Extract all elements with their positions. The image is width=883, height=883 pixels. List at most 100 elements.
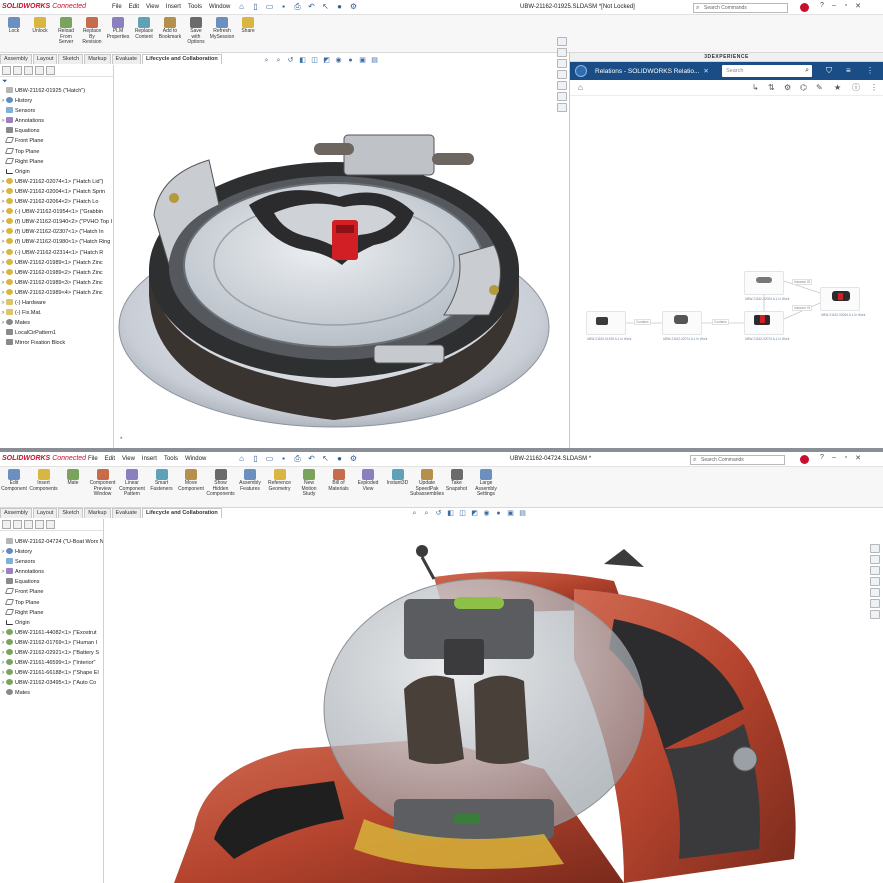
command-take-snapshot[interactable]: Take Snapshot [443, 469, 471, 492]
user-avatar[interactable] [800, 3, 809, 12]
tab-layout[interactable]: Layout [32, 54, 58, 64]
task-library-icon[interactable] [557, 59, 567, 68]
config-tab-icon[interactable] [24, 520, 33, 529]
command-reference-geometry[interactable]: Reference Geometry [266, 469, 294, 492]
expand-chevron-icon[interactable]: > [0, 217, 6, 227]
hide-show-icon[interactable]: ◉ [482, 510, 491, 518]
expand-chevron-icon[interactable]: > [0, 187, 6, 197]
menu-item-view[interactable]: View [146, 4, 159, 10]
tree-item[interactable]: UBW-21162-01925 ("Hatch") [0, 86, 113, 96]
command-lock[interactable]: Lock [2, 17, 26, 35]
tree-item[interactable]: > (f) UBW-21162-01980<1> ("Hatch Ring [0, 237, 113, 247]
command-edit-component[interactable]: Edit Component [0, 469, 28, 492]
select-icon[interactable]: ↖ [320, 454, 331, 464]
tree-item[interactable]: > UBW-21162-02921<1> ("Battery S [0, 648, 103, 658]
tree-item[interactable]: > Annotations [0, 567, 103, 577]
command-update-speedpak-subassemblies[interactable]: Update SpeedPak Subassemblies [410, 469, 444, 498]
tree-item[interactable]: Mates [0, 688, 103, 698]
expand-chevron-icon[interactable]: > [0, 638, 6, 648]
rebuild-icon[interactable]: ● [334, 2, 345, 12]
menu-item-tools[interactable]: Tools [188, 4, 202, 10]
view-settings-icon[interactable]: ▤ [370, 57, 379, 65]
tab-evaluate[interactable]: Evaluate [111, 54, 141, 64]
tree-item[interactable]: > UBW-21162-02004<1> ("Hatch Sprin [0, 187, 113, 197]
tree-item[interactable]: > (-) Hardware [0, 298, 113, 308]
tree-item[interactable]: Sensors [0, 106, 113, 116]
bottom-search-commands[interactable]: ⌕ Search Commands [690, 455, 785, 465]
command-component-preview-window[interactable]: Component Preview Window [89, 469, 117, 498]
config-tab-icon[interactable] [24, 66, 33, 75]
scene-icon[interactable]: ▣ [358, 57, 367, 65]
tree-item[interactable]: LocalCirPattern1 [0, 328, 113, 338]
menu-item-file[interactable]: File [88, 456, 98, 462]
display-tab-icon[interactable] [46, 66, 55, 75]
expand-chevron-icon[interactable]: > [0, 547, 6, 557]
close-icon[interactable]: ✕ [854, 454, 862, 462]
tree-item[interactable]: > Mates [0, 318, 113, 328]
open-icon[interactable]: ▭ [264, 454, 275, 464]
expand-chevron-icon[interactable]: > [0, 678, 6, 688]
dimxpert-tab-icon[interactable] [35, 520, 44, 529]
tree-item[interactable]: > History [0, 547, 103, 557]
task-palette-icon[interactable] [557, 81, 567, 90]
open-icon[interactable]: ▭ [264, 2, 275, 12]
command-exploded-view[interactable]: Exploded View [354, 469, 382, 492]
tree-item[interactable]: > UBW-21162-02064<2> ("Hatch Lo [0, 197, 113, 207]
task-library-icon[interactable] [870, 566, 880, 575]
tree-item[interactable]: > UBW-21162-03495<1> ("Auto Co [0, 678, 103, 688]
tree-item[interactable]: Top Plane [0, 598, 103, 608]
menu-item-insert[interactable]: Insert [166, 4, 181, 10]
command-refresh-mysession[interactable]: Refresh MySession [210, 17, 234, 40]
minimize-icon[interactable]: – [830, 2, 838, 10]
tree-item[interactable]: > UBW-21162-01989<1> ("Hatch Zinc [0, 258, 113, 268]
help-icon[interactable]: ? [818, 454, 826, 462]
tab-lifecycle-and-collaboration[interactable]: Lifecycle and Collaboration [141, 508, 222, 518]
tree-item[interactable]: Front Plane [0, 587, 103, 597]
tree-item[interactable]: > UBW-21162-01989<2> ("Hatch Zinc [0, 268, 113, 278]
section-view-icon[interactable]: ◧ [446, 510, 455, 518]
expand-chevron-icon[interactable]: > [0, 96, 6, 106]
command-insert-components[interactable]: Insert Components [29, 469, 58, 492]
restore-icon[interactable]: ▫ [842, 454, 850, 462]
task-appearance-icon[interactable] [557, 92, 567, 101]
hide-show-icon[interactable]: ◉ [334, 57, 343, 65]
tree-item[interactable]: > UBW-21162-02074<1> ("Hatch Lid") [0, 177, 113, 187]
tree-item[interactable]: Top Plane [0, 147, 113, 157]
tree-item[interactable]: Right Plane [0, 157, 113, 167]
print-icon[interactable]: ⎙ [292, 454, 303, 464]
tree-item[interactable]: > Annotations [0, 116, 113, 126]
command-assembly-features[interactable]: Assembly Features [236, 469, 264, 492]
tree-item[interactable]: > UBW-21161-66188<1> ("Shape El [0, 668, 103, 678]
undo-icon[interactable]: ↶ [306, 454, 317, 464]
top-graphics-area[interactable]: * [114, 65, 569, 448]
tab-layout[interactable]: Layout [32, 508, 58, 518]
command-mate[interactable]: Mate [59, 469, 87, 487]
expand-chevron-icon[interactable]: > [0, 648, 6, 658]
display-style-icon[interactable]: ◩ [322, 57, 331, 65]
property-tab-icon[interactable] [13, 66, 22, 75]
task-properties-icon[interactable] [870, 610, 880, 619]
options-icon[interactable]: ⚙ [348, 454, 359, 464]
task-3dx-icon[interactable] [870, 544, 880, 553]
menu-item-insert[interactable]: Insert [142, 456, 157, 462]
tab-assembly[interactable]: Assembly [0, 54, 32, 64]
save-icon[interactable]: ▪ [278, 454, 289, 464]
feature-tree-tab-icon[interactable] [2, 66, 11, 75]
expand-chevron-icon[interactable]: > [0, 227, 6, 237]
tree-item[interactable]: > (f) UBW-21162-01940<2> ("PVHO Top I [0, 217, 113, 227]
expand-chevron-icon[interactable]: > [0, 268, 6, 278]
close-icon[interactable]: ✕ [854, 2, 862, 10]
tree-item[interactable]: Sensors [0, 557, 103, 567]
menu-item-window[interactable]: Window [209, 4, 230, 10]
tree-item[interactable]: > UBW-21161-44082<1> ("Exostrut [0, 628, 103, 638]
task-explorer-icon[interactable] [557, 70, 567, 79]
expand-chevron-icon[interactable]: > [0, 658, 6, 668]
bottom-graphics-area[interactable] [104, 519, 870, 883]
command-billof-materials[interactable]: Bill of Materials [325, 469, 353, 492]
new-doc-icon[interactable]: ▯ [250, 454, 261, 464]
tab-assembly[interactable]: Assembly [0, 508, 32, 518]
property-tab-icon[interactable] [13, 520, 22, 529]
minimize-icon[interactable]: – [830, 454, 838, 462]
tree-item[interactable]: Equations [0, 126, 113, 136]
command-replace-by-revision[interactable]: Replace By Revision [80, 17, 104, 46]
